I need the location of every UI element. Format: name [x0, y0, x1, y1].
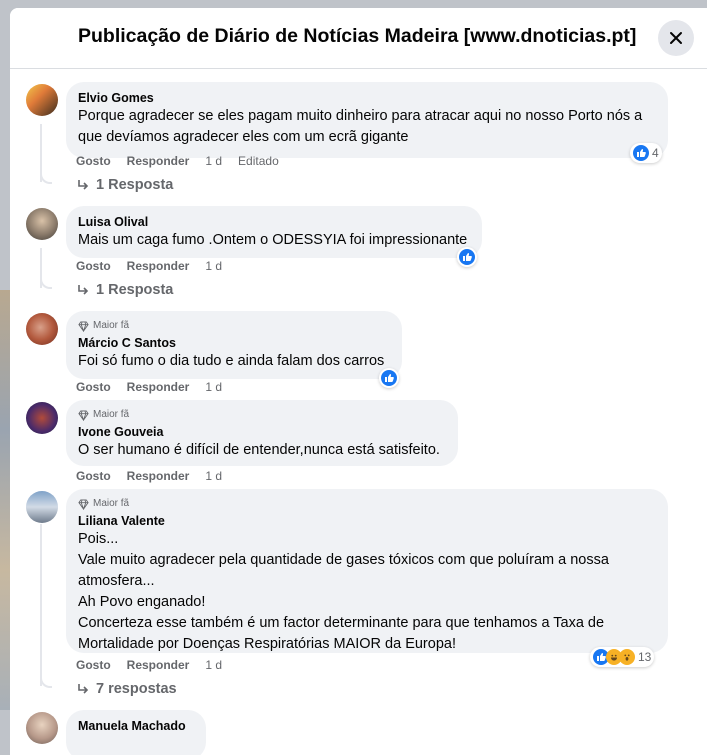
- comment-author[interactable]: Elvio Gomes: [78, 90, 656, 106]
- replies-count-label: 1 Resposta: [96, 282, 174, 298]
- comment-author[interactable]: Luisa Olival: [78, 214, 470, 230]
- top-fan-badge: Maior fã: [78, 319, 390, 333]
- view-replies-link[interactable]: 1 Resposta: [76, 282, 173, 298]
- comment-text: Foi só fumo o dia tudo e ainda falam dos…: [78, 353, 385, 369]
- comment-time[interactable]: 1 d: [205, 154, 222, 168]
- reply-arrow-icon: [78, 180, 89, 190]
- view-replies-link[interactable]: 1 Resposta: [76, 177, 173, 193]
- reaction-count: 13: [638, 650, 652, 664]
- reply-button[interactable]: Responder: [127, 380, 190, 394]
- comment-text: Porque agradecer se eles pagam muito din…: [78, 108, 643, 145]
- comment-actions: Gosto Responder 1 d: [76, 380, 222, 394]
- top-fan-badge: Maior fã: [78, 497, 656, 511]
- comment-text: O ser humano é difícil de entender,nunca…: [78, 442, 440, 458]
- like-reaction-icon: [381, 370, 397, 386]
- reply-arrow-icon: [78, 285, 89, 295]
- comment-bubble: Maior fã Liliana Valente Pois... Vale mu…: [66, 489, 668, 653]
- comment-author[interactable]: Ivone Gouveia: [78, 424, 446, 440]
- comment-time[interactable]: 1 d: [205, 469, 222, 483]
- comment-bubble: Elvio Gomes Porque agradecer se eles pag…: [66, 82, 668, 158]
- comment-bubble: Luisa Olival Mais um caga fumo .Ontem o …: [66, 206, 482, 258]
- top-fan-label: Maior fã: [93, 320, 130, 331]
- like-button[interactable]: Gosto: [76, 469, 111, 483]
- diamond-icon: [78, 498, 89, 510]
- comment-actions: Gosto Responder 1 d: [76, 259, 222, 273]
- wow-reaction-icon: [619, 649, 635, 665]
- dialog-header: Publicação de Diário de Notícias Madeira…: [10, 8, 707, 69]
- comment-actions: Gosto Responder 1 d Editado: [76, 154, 279, 168]
- avatar[interactable]: [26, 313, 58, 345]
- close-button[interactable]: [658, 20, 694, 56]
- comment-author[interactable]: Márcio C Santos: [78, 335, 390, 351]
- top-fan-label: Maior fã: [93, 409, 130, 420]
- diamond-icon: [78, 409, 89, 421]
- reaction-summary[interactable]: [379, 368, 399, 388]
- reaction-summary[interactable]: 13: [590, 647, 655, 667]
- edited-label: Editado: [238, 154, 279, 168]
- comment-time[interactable]: 1 d: [205, 658, 222, 672]
- comment-time[interactable]: 1 d: [205, 380, 222, 394]
- avatar[interactable]: [26, 712, 58, 744]
- comment-text: Pois... Vale muito agradecer pela quanti…: [78, 531, 609, 652]
- view-replies-link[interactable]: 7 respostas: [76, 681, 177, 697]
- comment-author[interactable]: Liliana Valente: [78, 513, 656, 529]
- comment-time[interactable]: 1 d: [205, 259, 222, 273]
- avatar[interactable]: [26, 491, 58, 523]
- reply-button[interactable]: Responder: [127, 658, 190, 672]
- thread-curve: [40, 172, 52, 184]
- reaction-summary[interactable]: 4: [630, 143, 662, 163]
- like-button[interactable]: Gosto: [76, 154, 111, 168]
- replies-count-label: 1 Resposta: [96, 177, 174, 193]
- reply-arrow-icon: [78, 684, 89, 694]
- top-fan-label: Maior fã: [93, 498, 130, 509]
- reply-button[interactable]: Responder: [127, 469, 190, 483]
- comment-text: Mais um caga fumo .Ontem o ODESSYIA foi …: [78, 232, 468, 248]
- comment-bubble: Maior fã Márcio C Santos Foi só fumo o d…: [66, 311, 402, 379]
- replies-count-label: 7 respostas: [96, 681, 177, 697]
- top-fan-badge: Maior fã: [78, 408, 446, 422]
- comment-author[interactable]: Manuela Machado: [78, 718, 194, 734]
- avatar[interactable]: [26, 402, 58, 434]
- diamond-icon: [78, 320, 89, 332]
- like-button[interactable]: Gosto: [76, 259, 111, 273]
- like-reaction-icon: [633, 145, 649, 161]
- post-dialog: Publicação de Diário de Notícias Madeira…: [10, 8, 707, 755]
- reply-button[interactable]: Responder: [127, 154, 190, 168]
- avatar[interactable]: [26, 208, 58, 240]
- comment-bubble: Maior fã Ivone Gouveia O ser humano é di…: [66, 400, 458, 466]
- reaction-count: 4: [652, 146, 659, 160]
- dialog-title: Publicação de Diário de Notícias Madeira…: [78, 25, 637, 47]
- comment-actions: Gosto Responder 1 d: [76, 469, 222, 483]
- close-icon: [670, 32, 682, 44]
- like-button[interactable]: Gosto: [76, 658, 111, 672]
- thread-curve: [40, 676, 52, 688]
- like-reaction-icon: [459, 249, 475, 265]
- comment-actions: Gosto Responder 1 d: [76, 658, 222, 672]
- avatar[interactable]: [26, 84, 58, 116]
- thread-line: [40, 524, 42, 686]
- reply-button[interactable]: Responder: [127, 259, 190, 273]
- comment-bubble: Manuela Machado: [66, 710, 206, 755]
- like-button[interactable]: Gosto: [76, 380, 111, 394]
- reaction-summary[interactable]: [457, 247, 477, 267]
